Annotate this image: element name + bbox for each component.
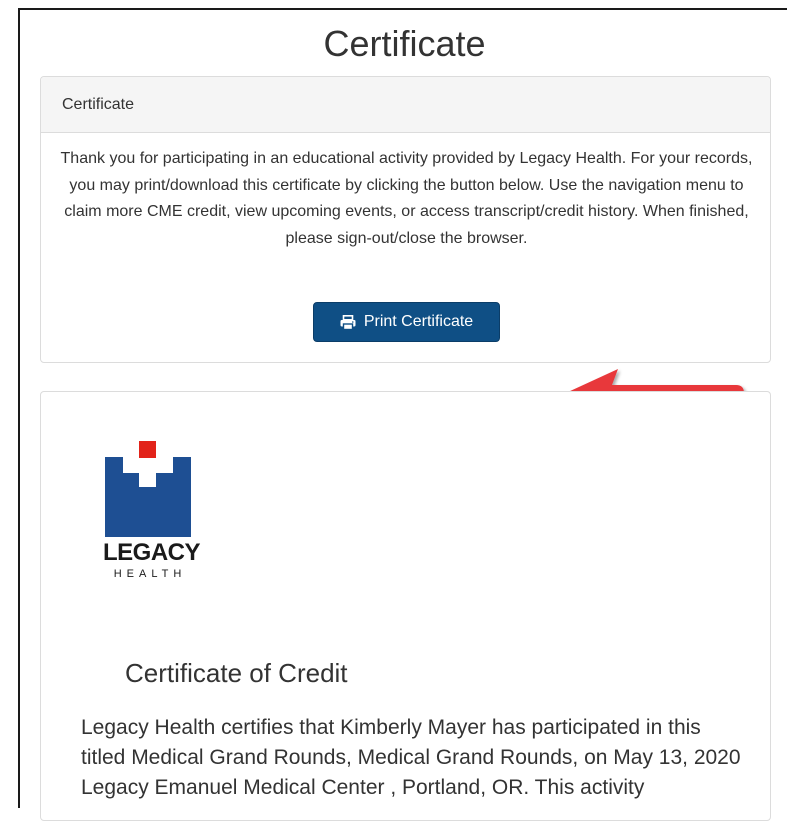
- certificate-body-text: Legacy Health certifies that Kimberly Ma…: [81, 716, 741, 799]
- page-title: Certificate: [323, 23, 486, 64]
- certificate-heading: Certificate of Credit: [125, 658, 348, 688]
- print-certificate-button[interactable]: Print Certificate: [313, 302, 500, 342]
- print-icon: [340, 314, 356, 330]
- logo-subtext: HEALTH: [113, 568, 187, 580]
- notice-message: Thank you for participating in an educat…: [60, 150, 753, 247]
- certificate-notice-panel: Certificate Thank you for participating …: [40, 76, 771, 417]
- logo-text: LEGACY: [103, 539, 201, 566]
- print-certificate-label: Print Certificate: [363, 313, 474, 330]
- panel-heading: Certificate: [41, 77, 770, 133]
- legacy-health-logo: LEGACY HEALTH: [103, 437, 201, 587]
- certificate-document-panel: LEGACY HEALTH Certificate of Credit Lega…: [40, 391, 771, 821]
- browser-content-frame: Certificate Certificate Thank you for pa…: [18, 8, 787, 821]
